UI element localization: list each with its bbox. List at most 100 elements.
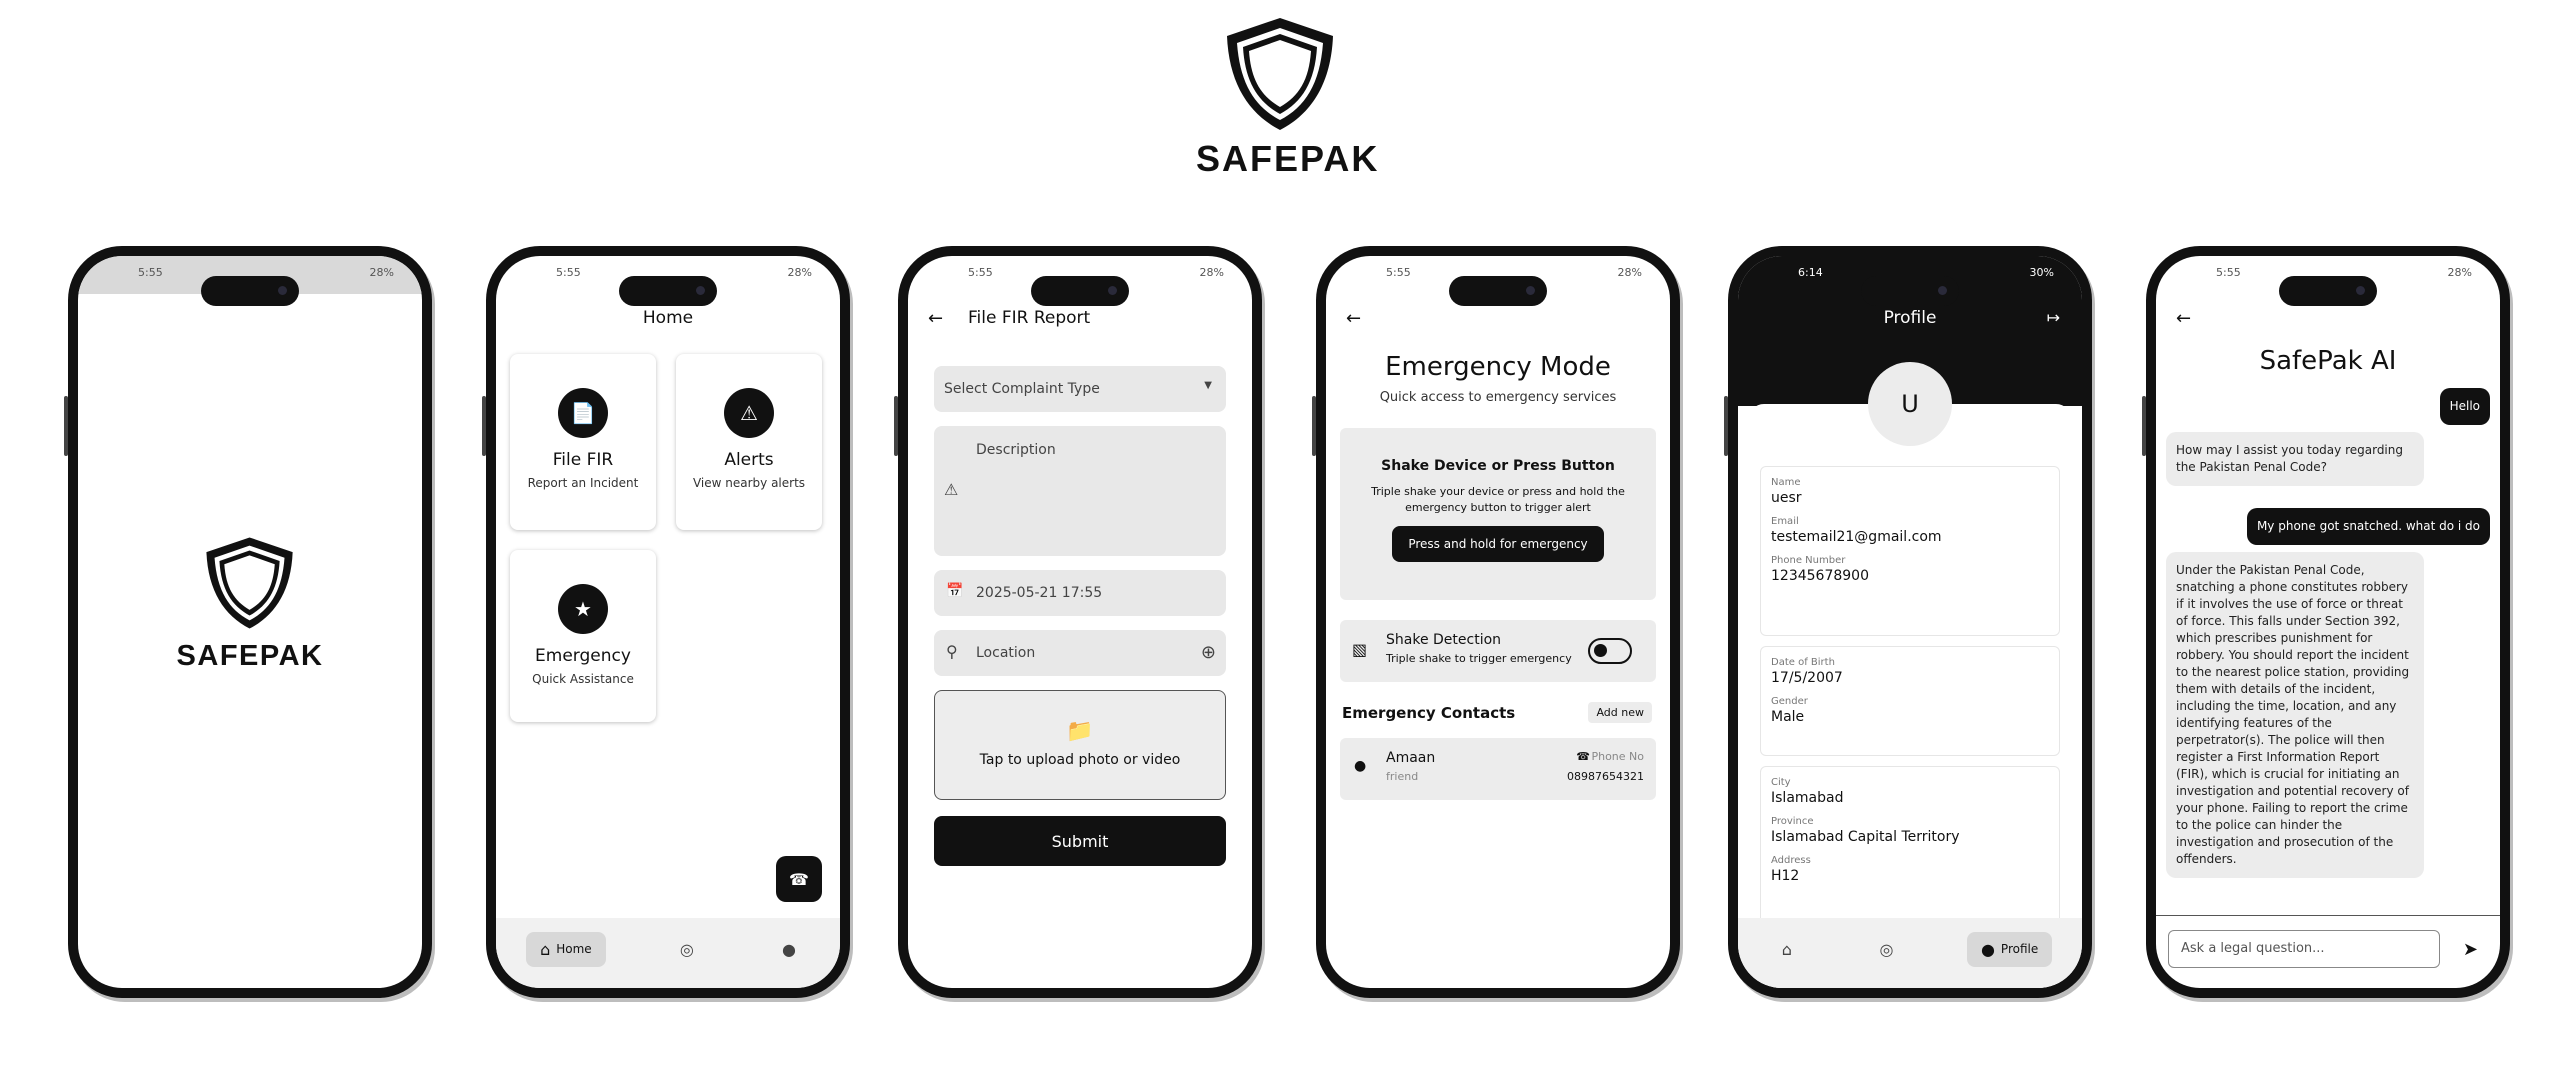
phone-splash: 5:55 28% SAFEPAK [64, 246, 432, 998]
send-icon[interactable]: ➤ [2463, 939, 2478, 960]
vibration-icon: ▧ [1352, 640, 1368, 659]
card-subtitle: Quick Assistance [532, 672, 634, 686]
home-screen: 5:55 28% Home 📄 File FIR Report an Incid… [496, 256, 840, 988]
complaint-type-select[interactable]: Select Complaint Type ▼ [934, 366, 1226, 412]
status-battery: 28% [787, 266, 812, 279]
contact-row[interactable]: ● Amaan friend ☎ Phone No 08987654321 [1340, 738, 1656, 800]
status-battery: 28% [1617, 266, 1642, 279]
bottom-nav: ⌂ ◎ ● Profile [1738, 918, 2082, 988]
dob-label: Date of Birth [1771, 657, 1835, 668]
gps-target-icon[interactable]: ⊕ [1201, 642, 1216, 663]
phone-value: 12345678900 [1771, 568, 1869, 584]
input-divider [2156, 915, 2500, 916]
nav-radar[interactable]: ◎ [666, 932, 708, 967]
status-time: 5:55 [556, 266, 581, 279]
chat-fab-button[interactable]: ☎ [776, 856, 822, 902]
contact-relation: friend [1386, 770, 1419, 783]
page-subtitle: Quick access to emergency services [1379, 390, 1617, 405]
location-pin-icon: ⚲ [946, 642, 958, 661]
back-arrow-icon[interactable]: ← [2176, 308, 2191, 329]
city-label: City [1771, 777, 1791, 788]
warning-icon: ⚠ [724, 388, 774, 438]
hold-emergency-button[interactable]: Press and hold for emergency [1392, 526, 1604, 562]
logout-icon[interactable]: ↦ [2047, 308, 2060, 327]
chat-message-ai: Under the Pakistan Penal Code, snatching… [2166, 552, 2424, 878]
phone-chat: 5:55 28% ← SafePak AI Hello How may I as… [2142, 246, 2510, 998]
status-battery: 28% [2447, 266, 2472, 279]
status-time: 6:14 [1798, 266, 1823, 279]
splash-brand-name: SAFEPAK [176, 640, 324, 672]
card-title: Alerts [724, 450, 774, 470]
avatar: U [1868, 362, 1952, 446]
shake-title: Shake Device or Press Button [1381, 458, 1615, 474]
emergency-screen: 5:55 28% ← Emergency Mode Quick access t… [1326, 256, 1670, 988]
dob-value: 17/5/2007 [1771, 670, 1843, 686]
phone-emergency: 5:55 28% ← Emergency Mode Quick access t… [1312, 246, 1680, 998]
person-icon: ● [1354, 758, 1367, 774]
name-value: uesr [1771, 490, 1802, 506]
detection-title: Shake Detection [1386, 632, 1502, 648]
description-field[interactable]: Description ⚠ [934, 426, 1226, 556]
upload-media-area[interactable]: 📁 Tap to upload photo or video [934, 690, 1226, 800]
calendar-icon: 📅 [946, 583, 964, 599]
home-icon: ⌂ [540, 939, 551, 959]
page-title: SafePak AI [2259, 346, 2397, 376]
shield-logo-icon [1227, 18, 1333, 130]
phone-home: 5:55 28% Home 📄 File FIR Report an Incid… [482, 246, 850, 998]
dropdown-arrow-icon: ▼ [1204, 380, 1212, 391]
add-contact-button[interactable]: Add new [1588, 702, 1652, 723]
dynamic-island [619, 276, 717, 306]
person-icon: ● [781, 939, 796, 959]
card-subtitle: Report an Incident [527, 476, 639, 490]
fir-screen: 5:55 28% ← File FIR Report Select Compla… [908, 256, 1252, 988]
status-battery: 28% [1199, 266, 1224, 279]
nav-profile[interactable]: ● Profile [1966, 931, 2053, 967]
submit-button[interactable]: Submit [934, 816, 1226, 866]
email-value: testemail21@gmail.com [1771, 529, 1942, 545]
dynamic-island [2279, 276, 2377, 306]
page-title: Emergency Mode [1385, 352, 1611, 382]
status-battery: 28% [369, 266, 394, 279]
contact-phone-label: Phone No [1591, 750, 1644, 763]
radar-icon: ◎ [679, 939, 694, 959]
alerts-card[interactable]: ⚠ Alerts View nearby alerts [676, 354, 822, 530]
upload-label: Tap to upload photo or video [979, 752, 1181, 768]
bottom-nav: ⌂ Home ◎ ● [496, 918, 840, 988]
nav-home[interactable]: ⌂ [1768, 932, 1806, 967]
nav-home[interactable]: ⌂ Home [526, 931, 606, 967]
status-time: 5:55 [968, 266, 993, 279]
home-icon: ⌂ [1781, 939, 1792, 959]
nav-profile[interactable]: ● [768, 932, 810, 967]
detection-description: Triple shake to trigger emergency [1386, 652, 1572, 665]
card-title: Emergency [535, 646, 631, 666]
back-arrow-icon[interactable]: ← [928, 308, 943, 329]
gender-label: Gender [1771, 696, 1808, 707]
upload-folder-icon: 📁 [1066, 719, 1094, 744]
location-field[interactable]: ⚲ Location ⊕ [934, 630, 1226, 676]
brand-name: SAFEPAK [1196, 138, 1380, 179]
chat-message-ai: How may I assist you today regarding the… [2166, 432, 2424, 486]
phone-label: Phone Number [1771, 555, 1846, 566]
document-icon: 📄 [558, 388, 608, 438]
back-arrow-icon[interactable]: ← [1346, 308, 1361, 329]
contact-name: Amaan [1386, 750, 1436, 766]
address-value: H12 [1771, 868, 1800, 884]
dynamic-island [1861, 276, 1959, 306]
file-fir-card[interactable]: 📄 File FIR Report an Incident [510, 354, 656, 530]
dynamic-island [201, 276, 299, 306]
gender-value: Male [1771, 709, 1805, 725]
nav-radar[interactable]: ◎ [1865, 932, 1907, 967]
nav-profile-label: Profile [2000, 942, 2039, 956]
dynamic-island [1449, 276, 1547, 306]
card-title: File FIR [552, 450, 614, 470]
name-label: Name [1771, 477, 1801, 488]
chat-screen: 5:55 28% ← SafePak AI Hello How may I as… [2156, 256, 2500, 988]
dynamic-island [1031, 276, 1129, 306]
datetime-field[interactable]: 📅 2025-05-21 17:55 [934, 570, 1226, 616]
safepak-logo: SAFEPAK [1196, 14, 1380, 180]
shake-detection-toggle[interactable] [1588, 638, 1632, 664]
chat-input[interactable]: Ask a legal question... [2168, 930, 2440, 968]
emergency-card[interactable]: ★ Emergency Quick Assistance [510, 550, 656, 722]
shake-panel: Shake Device or Press Button Triple shak… [1340, 428, 1656, 600]
shield-star-icon: ★ [558, 584, 608, 634]
